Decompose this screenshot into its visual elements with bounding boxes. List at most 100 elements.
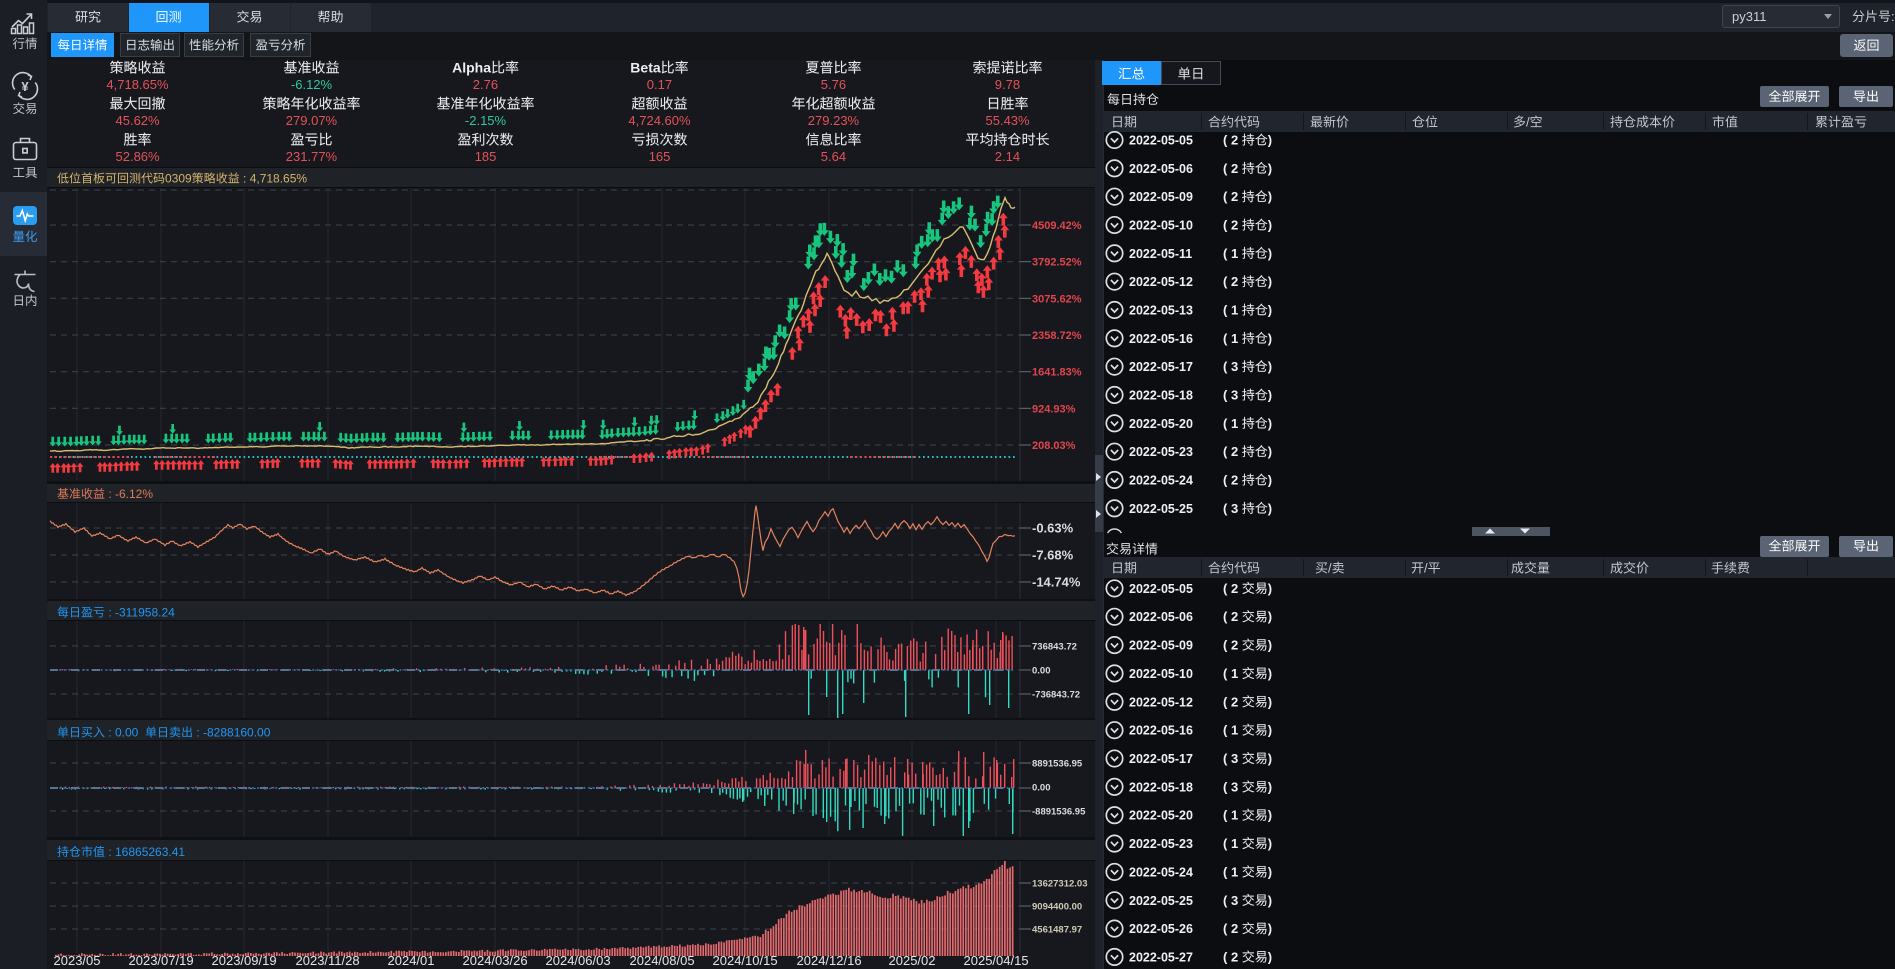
svg-text:): ) [1268,808,1272,823]
svg-text:2022-05-25: 2022-05-25 [1129,894,1193,908]
svg-text:2.14: 2.14 [995,149,1020,164]
svg-text:2022-05-10: 2022-05-10 [1129,219,1193,233]
svg-text:): ) [1268,921,1272,936]
svg-text:( 2: ( 2 [1223,921,1242,936]
svg-text:): ) [1268,388,1272,403]
svg-text:55.43%: 55.43% [986,113,1031,128]
svg-text:( 1: ( 1 [1223,723,1242,738]
svg-text:2358.72%: 2358.72% [1032,330,1082,342]
svg-text:): ) [1268,836,1272,851]
svg-text:( 1: ( 1 [1223,246,1242,261]
svg-text:): ) [1268,723,1272,738]
svg-text:0.00: 0.00 [1032,783,1051,794]
svg-text:): ) [1268,473,1272,488]
svg-text:5.76: 5.76 [821,77,846,92]
svg-text:2024/12/16: 2024/12/16 [797,953,862,968]
svg-text:( 2: ( 2 [1223,473,1242,488]
svg-text:( 2: ( 2 [1223,274,1242,289]
svg-text:8891536.95: 8891536.95 [1032,759,1083,770]
svg-text:2022-05-16: 2022-05-16 [1129,332,1193,346]
svg-text:( 2: ( 2 [1223,581,1242,596]
svg-text:): ) [1268,303,1272,318]
svg-text:): ) [1268,246,1272,261]
svg-text:): ) [1268,638,1272,653]
svg-text:Alpha: Alpha [452,60,491,76]
svg-text:2022-05-11: 2022-05-11 [1129,247,1192,261]
svg-text:165: 165 [649,149,671,164]
svg-text:736843.72: 736843.72 [1032,642,1077,653]
svg-text:5.64: 5.64 [821,149,846,164]
svg-text:): ) [1268,751,1272,766]
svg-text:): ) [1268,416,1272,431]
svg-text:( 3: ( 3 [1223,893,1242,908]
svg-text:0.17: 0.17 [647,77,672,92]
svg-text:2022-05-18: 2022-05-18 [1129,389,1193,403]
svg-text:2022-05-06: 2022-05-06 [1129,162,1193,176]
svg-text:-8891536.95: -8891536.95 [1032,807,1086,818]
svg-text:): ) [1268,359,1272,374]
svg-text:2024/08/05: 2024/08/05 [630,953,695,968]
svg-text:-736843.72: -736843.72 [1032,690,1080,701]
svg-text:2022-05-09: 2022-05-09 [1129,190,1193,204]
svg-text:): ) [1268,274,1272,289]
svg-text:9094400.00: 9094400.00 [1032,902,1082,913]
svg-text:2023/05: 2023/05 [54,953,101,968]
svg-text:( 2: ( 2 [1223,161,1242,176]
svg-text::: : [1891,9,1895,24]
svg-text:2022-05-05: 2022-05-05 [1129,582,1193,596]
svg-text:( 1: ( 1 [1223,331,1242,346]
svg-text:2022-05-23: 2022-05-23 [1129,445,1193,459]
svg-text:2022-05-05: 2022-05-05 [1129,134,1193,148]
svg-text:3075.62%: 3075.62% [1032,293,1082,305]
svg-text:924.93%: 924.93% [1032,403,1076,415]
svg-text:2022-05-24: 2022-05-24 [1129,865,1193,879]
svg-text:1641.83%: 1641.83% [1032,367,1082,379]
svg-text:-7.68%: -7.68% [1032,548,1074,563]
svg-text:): ) [1268,189,1272,204]
svg-text:: 16865263.41: : 16865263.41 [105,845,185,859]
svg-text:2024/03/26: 2024/03/26 [463,953,528,968]
svg-text:9.78: 9.78 [995,77,1020,92]
svg-text:2024/10/15: 2024/10/15 [713,953,778,968]
svg-text:2022-05-09: 2022-05-09 [1129,639,1193,653]
svg-text:2022-05-20: 2022-05-20 [1129,809,1193,823]
svg-text:2022-05-17: 2022-05-17 [1129,360,1193,374]
svg-text:2024/01: 2024/01 [388,953,435,968]
svg-text:( 3: ( 3 [1223,779,1242,794]
svg-text:): ) [1268,779,1272,794]
svg-text:2022-05-17: 2022-05-17 [1129,752,1193,766]
svg-text:2022-05-10: 2022-05-10 [1129,667,1193,681]
svg-text:( 3: ( 3 [1223,501,1242,516]
svg-text:45.62%: 45.62% [116,113,161,128]
svg-text:2023/07/19: 2023/07/19 [129,953,194,968]
svg-text:/: / [1328,561,1332,576]
svg-text:: -8288160.00: : -8288160.00 [193,726,271,740]
svg-text:2022-05-06: 2022-05-06 [1129,610,1193,624]
svg-text:2025/04/15: 2025/04/15 [964,953,1029,968]
svg-text:-2.15%: -2.15% [465,113,507,128]
svg-text:( 3: ( 3 [1223,751,1242,766]
svg-text:2022-05-26: 2022-05-26 [1129,922,1193,936]
svg-text:): ) [1268,666,1272,681]
svg-text:: 0.00: : 0.00 [105,726,145,740]
svg-text:279.23%: 279.23% [808,113,860,128]
svg-text:( 1: ( 1 [1223,836,1242,851]
svg-text:Beta: Beta [630,60,661,76]
svg-text:): ) [1268,864,1272,879]
svg-text:4,718.65%: 4,718.65% [106,77,169,92]
svg-text:( 2: ( 2 [1223,133,1242,148]
svg-text:2022-05-16: 2022-05-16 [1129,724,1193,738]
svg-text:/: / [1424,561,1428,576]
svg-text:( 2: ( 2 [1223,189,1242,204]
svg-text:( 1: ( 1 [1223,864,1242,879]
svg-text:0.00: 0.00 [1032,666,1051,677]
svg-text:( 1: ( 1 [1223,808,1242,823]
svg-text:): ) [1268,581,1272,596]
svg-text:2022-05-12: 2022-05-12 [1129,695,1193,709]
svg-text:/: / [1526,115,1530,130]
svg-text:2022-05-23: 2022-05-23 [1129,837,1193,851]
svg-text:-14.74%: -14.74% [1032,575,1081,590]
svg-text:: -311958.24: : -311958.24 [105,606,175,620]
svg-text:( 3: ( 3 [1223,359,1242,374]
svg-text:13627312.03: 13627312.03 [1032,879,1087,890]
